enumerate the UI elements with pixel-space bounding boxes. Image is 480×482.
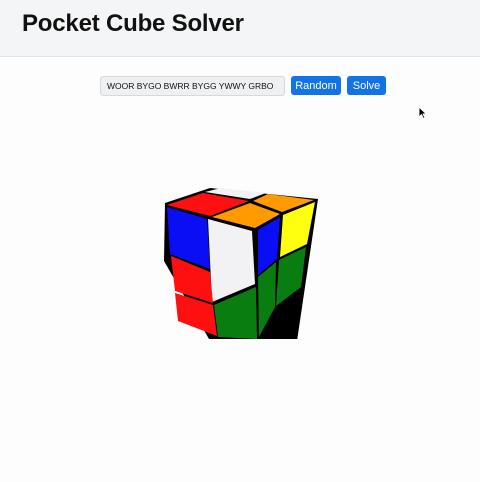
solve-button[interactable]: Solve <box>347 76 386 95</box>
cube-state-input[interactable] <box>100 76 285 96</box>
random-button[interactable]: Random <box>291 76 341 95</box>
page-title: Pocket Cube Solver <box>22 10 244 37</box>
cube-3d-view[interactable] <box>162 179 322 339</box>
app-header: Pocket Cube Solver <box>0 0 480 57</box>
mouse-pointer-icon <box>418 106 428 120</box>
